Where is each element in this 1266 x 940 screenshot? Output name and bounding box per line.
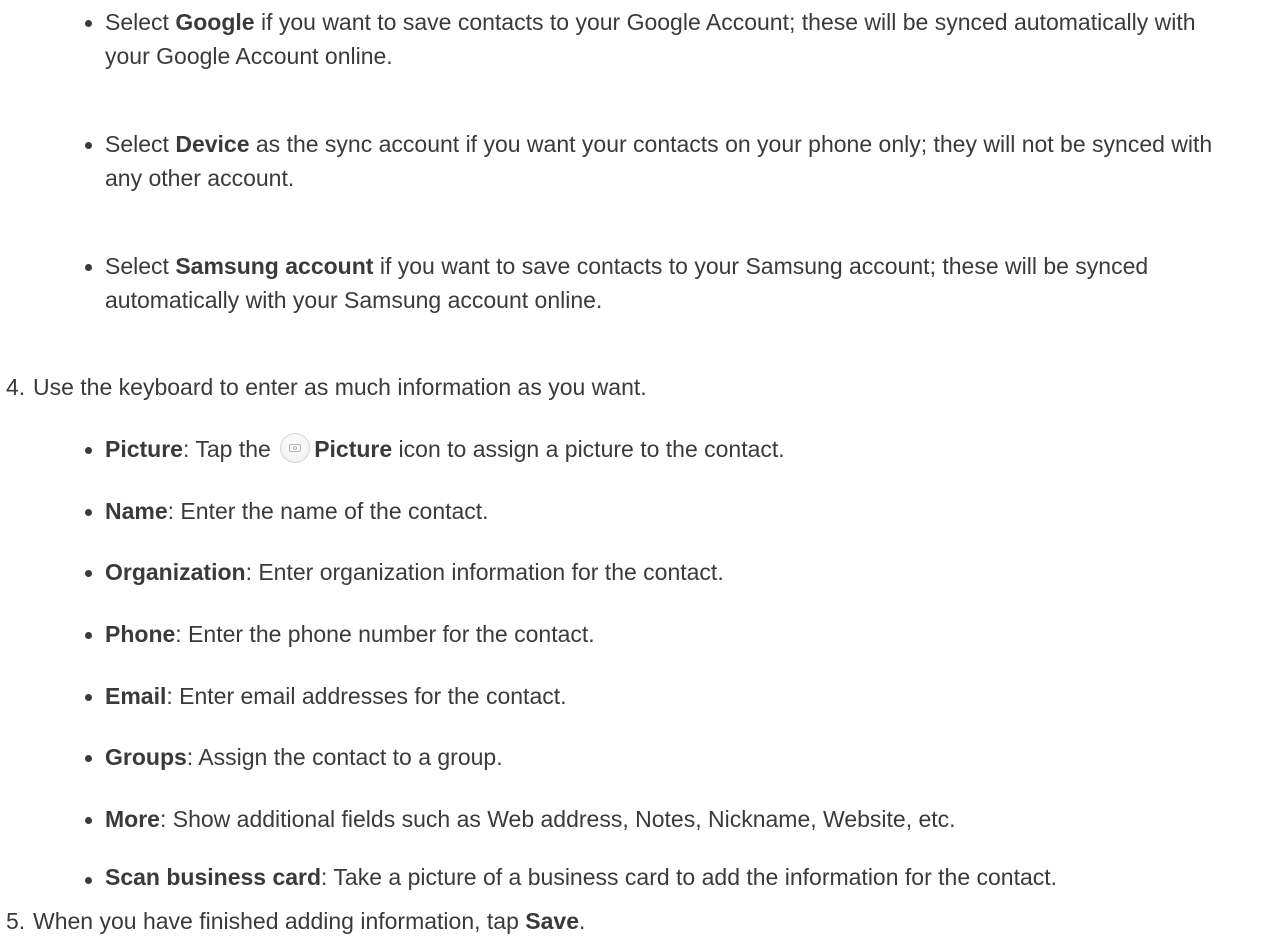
bullet-text: More: Show additional fields such as Web… <box>105 802 1235 836</box>
bullet-dot <box>85 447 92 454</box>
bullet-dot <box>85 509 92 516</box>
bullet-text: Select Device as the sync account if you… <box>105 127 1235 195</box>
bullet-rest: : Assign the contact to a group. <box>186 744 503 770</box>
bullet-rest: : Enter organization information for the… <box>245 559 724 585</box>
bullet-dot <box>85 632 92 639</box>
bullet-text: Phone: Enter the phone number for the co… <box>105 617 1235 651</box>
bullet-bold-label: Samsung account <box>175 253 374 279</box>
icon-label: Picture <box>314 436 393 462</box>
step-5: 5. When you have finished adding informat… <box>6 905 1246 937</box>
bullet-text: Name: Enter the name of the contact. <box>105 494 1235 528</box>
bullet-text: Scan business card: Take a picture of a … <box>105 862 1235 892</box>
step-text: Use the keyboard to enter as much inform… <box>33 374 647 400</box>
bullet-organization: Organization: Enter organization informa… <box>85 555 1235 589</box>
bullet-text: Select Samsung account if you want to sa… <box>105 249 1235 317</box>
bullet-name: Name: Enter the name of the contact. <box>85 494 1235 528</box>
bullet-email: Email: Enter email addresses for the con… <box>85 679 1235 713</box>
bullet-samsung-account: Select Samsung account if you want to sa… <box>85 249 1235 317</box>
step-number: 4. <box>6 374 26 400</box>
step-number: 5. <box>6 908 26 934</box>
bullet-rest: as the sync account if you want your con… <box>105 131 1213 191</box>
bullet-bold-label: Device <box>175 131 250 157</box>
bullet-bold-label: Scan business card <box>105 864 322 890</box>
bullet-prefix: Select <box>105 9 176 35</box>
bullet-more: More: Show additional fields such as Web… <box>85 802 1235 836</box>
step-4: 4. Use the keyboard to enter as much info… <box>6 370 1246 404</box>
bullet-prefix: Select <box>105 131 176 157</box>
bullet-rest: : Enter the phone number for the contact… <box>175 621 595 647</box>
bullet-dot <box>85 877 92 884</box>
bullet-dot <box>85 817 92 824</box>
bullet-rest: : Take a picture of a business card to a… <box>321 864 1058 890</box>
bullet-rest: : Enter the name of the contact. <box>167 498 489 524</box>
bullet-bold-label: Organization <box>105 559 246 585</box>
bullet-phone: Phone: Enter the phone number for the co… <box>85 617 1235 651</box>
step-bold-label: Save <box>525 908 579 934</box>
bullet-scan-business-card: Scan business card: Take a picture of a … <box>85 862 1235 892</box>
bullet-dot <box>85 755 92 762</box>
bullet-text: Email: Enter email addresses for the con… <box>105 679 1235 713</box>
bullet-dot <box>85 142 92 149</box>
bullet-bold-label: Phone <box>105 621 176 647</box>
bullet-dot <box>85 694 92 701</box>
step-text: When you have finished adding informatio… <box>33 908 526 934</box>
bullet-prefix: Select <box>105 253 176 279</box>
bullet-text: Organization: Enter organization informa… <box>105 555 1235 589</box>
step-end: . <box>578 908 586 934</box>
bullet-picture: Picture: Tap the Picture icon to assign … <box>85 432 1235 466</box>
bullet-google: Select Google if you want to save contac… <box>85 5 1235 73</box>
bullet-groups: Groups: Assign the contact to a group. <box>85 740 1235 774</box>
bullet-device: Select Device as the sync account if you… <box>85 127 1235 195</box>
bullet-rest: : Enter email addresses for the contact. <box>166 683 567 709</box>
bullet-dot <box>85 264 92 271</box>
picture-icon <box>280 433 311 463</box>
bullet-bold-label: Groups <box>105 744 187 770</box>
bullet-bold-label: More <box>105 806 160 832</box>
bullet-bold-label: Google <box>175 9 255 35</box>
bullet-dot <box>85 570 92 577</box>
bullet-rest: icon to assign a picture to the contact. <box>392 436 785 462</box>
bullet-text: Picture: Tap the Picture icon to assign … <box>105 432 1235 466</box>
bullet-text: Select Google if you want to save contac… <box>105 5 1235 73</box>
bullet-dot <box>85 20 92 27</box>
bullet-bold-label: Picture <box>105 436 183 462</box>
bullet-rest: : Show additional fields such as Web add… <box>159 806 956 832</box>
bullet-rest: if you want to save contacts to your Goo… <box>105 9 1196 69</box>
document-page: Select Google if you want to save contac… <box>0 0 1266 940</box>
bullet-bold-label: Name <box>105 498 168 524</box>
bullet-bold-label: Email <box>105 683 167 709</box>
bullet-rest: : Tap the <box>182 436 278 462</box>
bullet-text: Groups: Assign the contact to a group. <box>105 740 1235 774</box>
